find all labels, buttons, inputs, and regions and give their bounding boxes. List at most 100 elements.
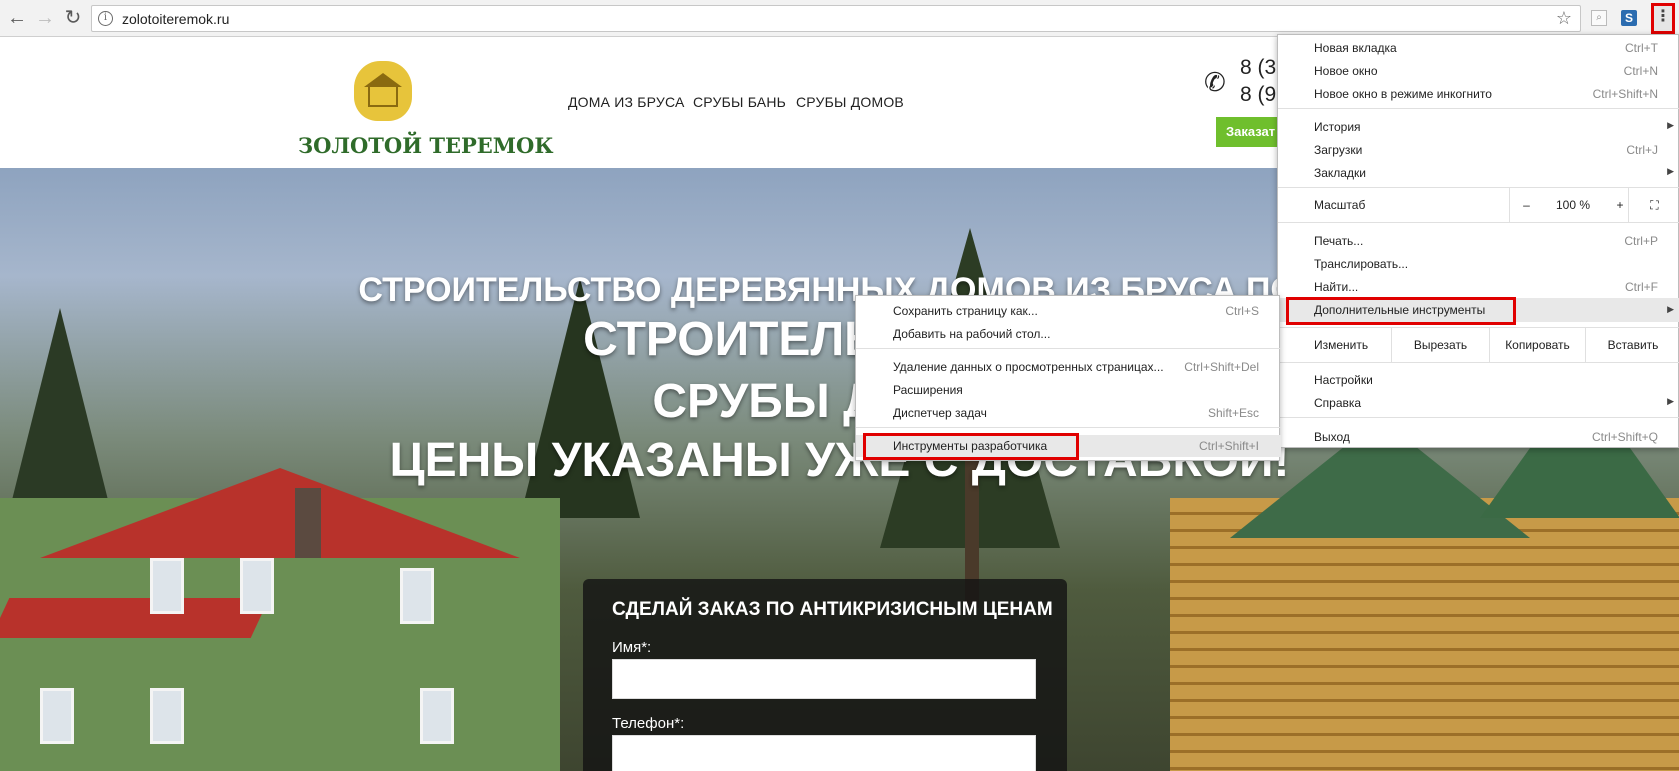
menu-item-shortcut: Ctrl+N: [1623, 64, 1658, 78]
name-label: Имя*:: [612, 639, 652, 656]
back-icon[interactable]: ←: [6, 7, 28, 29]
copy-button[interactable]: Копировать: [1489, 328, 1585, 362]
menu-item-cast[interactable]: Транслировать...: [1278, 253, 1679, 275]
menu-edit-row: Изменить Вырезать Копировать Вставить: [1278, 328, 1679, 362]
more-tools-submenu: Сохранить страницу как... Ctrl+S Добавит…: [855, 295, 1281, 461]
order-form-title: СДЕЛАЙ ЗАКАЗ ПО АНТИКРИЗИСНЫМ ЦЕНАМ: [612, 599, 1053, 620]
menu-item-label: Новое окно в режиме инкогнито: [1314, 87, 1492, 101]
address-url[interactable]: zolotoiteremok.ru: [122, 11, 229, 27]
info-icon[interactable]: i: [98, 11, 113, 26]
submenu-arrow-icon: ▶: [1667, 120, 1674, 130]
kebab-menu-icon[interactable]: ⋮: [1651, 3, 1675, 34]
menu-item-bookmarks[interactable]: Закладки ▶: [1278, 162, 1679, 184]
phone-input[interactable]: [612, 735, 1036, 771]
fullscreen-icon[interactable]: ⛶: [1628, 188, 1679, 222]
logo-house-shape: [368, 85, 398, 107]
house-window: [240, 558, 274, 614]
name-input[interactable]: [612, 659, 1036, 699]
phone-number-2[interactable]: 8 (9: [1240, 83, 1276, 107]
menu-item-label: Добавить на рабочий стол...: [893, 327, 1051, 341]
menu-divider: [1278, 417, 1679, 418]
menu-item-shortcut: Ctrl+Shift+Q: [1591, 430, 1658, 444]
menu-item-history[interactable]: История ▶: [1278, 116, 1679, 138]
paste-button[interactable]: Вставить: [1585, 328, 1679, 362]
menu-item-label: Справка: [1314, 396, 1362, 410]
nav-link-bath-frames[interactable]: СРУБЫ БАНЬ: [693, 94, 786, 110]
red-roof-lower-image: [0, 598, 270, 638]
menu-item-shortcut: Ctrl+Shift+Del: [1184, 360, 1259, 374]
menu-item-label: Расширения: [893, 383, 963, 397]
zoom-value: 100 %: [1555, 198, 1591, 212]
log-house-image: [1170, 498, 1679, 771]
menu-item-label: Найти...: [1314, 280, 1359, 294]
menu-item-shortcut: Shift+Esc: [1207, 406, 1259, 420]
search-extension-icon[interactable]: ⌕: [1591, 10, 1607, 26]
house-window: [150, 688, 184, 744]
order-form-panel: СДЕЛАЙ ЗАКАЗ ПО АНТИКРИЗИСНЫМ ЦЕНАМ Имя*…: [583, 579, 1067, 771]
menu-item-exit[interactable]: Выход Ctrl+Shift+Q: [1278, 426, 1679, 448]
submenu-item-save-page[interactable]: Сохранить страницу как... Ctrl+S: [856, 300, 1281, 322]
menu-item-shortcut: Ctrl+T: [1625, 41, 1658, 55]
submenu-item-add-desktop[interactable]: Добавить на рабочий стол...: [856, 323, 1281, 345]
menu-item-label: Диспетчер задач: [893, 406, 987, 420]
menu-item-label: Загрузки: [1314, 143, 1363, 157]
menu-item-print[interactable]: Печать... Ctrl+P: [1278, 230, 1679, 252]
logo-text: ЗОЛОТОЙ ТЕРЕМОК: [298, 133, 554, 158]
menu-item-label: Закладки: [1314, 166, 1366, 180]
menu-item-new-window[interactable]: Новое окно Ctrl+N: [1278, 60, 1679, 82]
menu-item-label: Транслировать...: [1314, 257, 1409, 271]
house-window: [40, 688, 74, 744]
nav-link-timber-houses[interactable]: ДОМА ИЗ БРУСА: [568, 94, 685, 110]
menu-item-settings[interactable]: Настройки: [1278, 369, 1679, 391]
address-bar[interactable]: i zolotoiteremok.ru ☆: [91, 5, 1581, 32]
submenu-item-clear-data[interactable]: Удаление данных о просмотренных страница…: [856, 356, 1281, 378]
menu-item-help[interactable]: Справка ▶: [1278, 392, 1679, 414]
menu-item-downloads[interactable]: Загрузки Ctrl+J: [1278, 139, 1679, 161]
cut-button[interactable]: Вырезать: [1391, 328, 1489, 362]
submenu-arrow-icon: ▶: [1667, 166, 1674, 176]
phone-icon: ✆: [1204, 67, 1226, 97]
menu-item-label: Печать...: [1314, 234, 1364, 248]
phone-label: Телефон*:: [612, 715, 685, 732]
s-extension-icon[interactable]: S: [1621, 10, 1637, 26]
menu-divider: [1278, 222, 1679, 223]
menu-divider: [1278, 362, 1679, 363]
devtools-highlight-box: [863, 433, 1079, 460]
site-logo[interactable]: ЗОЛОТОЙ ТЕРЕМОК: [296, 57, 553, 167]
menu-item-incognito[interactable]: Новое окно в режиме инкогнито Ctrl+Shift…: [1278, 83, 1679, 105]
menu-item-shortcut: Ctrl+Shift+I: [1198, 439, 1259, 453]
reload-icon[interactable]: ↻: [62, 7, 84, 29]
zoom-label: Масштаб: [1314, 198, 1366, 212]
menu-item-label: Новое окно: [1314, 64, 1378, 78]
menu-item-label: Сохранить страницу как...: [893, 304, 1038, 318]
menu-item-new-tab[interactable]: Новая вкладка Ctrl+T: [1278, 37, 1679, 59]
menu-divider: [1278, 108, 1679, 109]
menu-item-label: Выход: [1314, 430, 1350, 444]
menu-item-label: Настройки: [1314, 373, 1373, 387]
menu-item-shortcut: Ctrl+S: [1225, 304, 1259, 318]
menu-divider: [856, 348, 1281, 349]
menu-item-shortcut: Ctrl+Shift+N: [1592, 87, 1658, 101]
menu-item-label: Удаление данных о просмотренных страница…: [893, 360, 1164, 374]
menu-item-label: Новая вкладка: [1314, 41, 1397, 55]
forward-icon[interactable]: →: [34, 7, 56, 29]
menu-item-shortcut: Ctrl+P: [1624, 234, 1658, 248]
submenu-arrow-icon: ▶: [1667, 396, 1674, 406]
phone-number-1[interactable]: 8 (3: [1240, 56, 1276, 80]
house-window: [400, 568, 434, 624]
submenu-arrow-icon: ▶: [1667, 304, 1674, 314]
chrome-main-menu: Новая вкладка Ctrl+T Новое окно Ctrl+N Н…: [1277, 34, 1679, 448]
menu-item-label: История: [1314, 120, 1361, 134]
submenu-item-extensions[interactable]: Расширения: [856, 379, 1281, 401]
house-window: [150, 558, 184, 614]
browser-toolbar: ← → ↻ i zolotoiteremok.ru ☆ ⌕ S ⋮: [0, 0, 1679, 37]
menu-item-shortcut: Ctrl+F: [1625, 280, 1658, 294]
menu-item-shortcut: Ctrl+J: [1626, 143, 1658, 157]
submenu-item-task-manager[interactable]: Диспетчер задач Shift+Esc: [856, 402, 1281, 424]
chimney-image: [295, 488, 321, 558]
zoom-out-button[interactable]: –: [1509, 188, 1543, 222]
nav-link-house-frames[interactable]: СРУБЫ ДОМОВ: [796, 94, 904, 110]
menu-divider: [856, 427, 1281, 428]
menu-item-find[interactable]: Найти... Ctrl+F: [1278, 276, 1679, 298]
bookmark-star-icon[interactable]: ☆: [1556, 8, 1572, 29]
